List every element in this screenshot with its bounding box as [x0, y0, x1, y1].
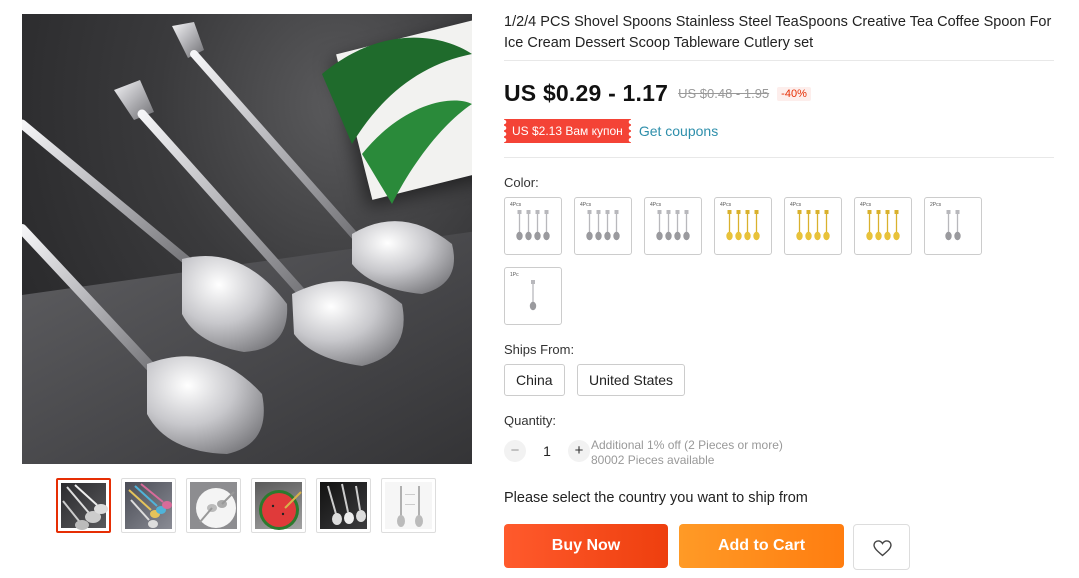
title-divider: [504, 60, 1054, 61]
spoon-set-icon: [945, 210, 961, 241]
spoon-set-icon: [796, 210, 830, 241]
spoon-set-icon: [586, 210, 620, 241]
ship-from-united-states[interactable]: United States: [577, 364, 686, 396]
color-option[interactable]: 4Pcs: [784, 197, 842, 255]
stock-available-text: 80002 Pieces available: [591, 453, 715, 467]
color-option[interactable]: 4Pcs: [714, 197, 772, 255]
price-divider: [504, 157, 1054, 158]
quantity-decrease-button[interactable]: −: [504, 440, 526, 462]
heart-icon: [873, 540, 892, 557]
spoon-set-icon: [866, 210, 900, 241]
color-option[interactable]: 4Pcs: [574, 197, 632, 255]
bulk-discount-text: Additional 1% off (2 Pieces or more): [591, 438, 783, 452]
buy-now-button[interactable]: Buy Now: [504, 524, 668, 568]
discount-badge: -40%: [777, 86, 811, 101]
spoon-set-icon: [516, 210, 550, 241]
original-price: US $0.48 - 1.95: [678, 86, 770, 101]
main-product-image[interactable]: [22, 14, 472, 464]
ships-from-label: Ships From:: [504, 342, 575, 357]
price-row: US $0.29 - 1.17 US $0.48 - 1.95 -40%: [504, 80, 811, 107]
color-option[interactable]: 2Pcs: [924, 197, 982, 255]
color-option[interactable]: 1Pc: [504, 267, 562, 325]
thumb-dark-spoons[interactable]: [316, 478, 371, 533]
ship-country-message: Please select the country you want to sh…: [504, 490, 808, 506]
spoon-set-icon: [726, 210, 760, 241]
quantity-stepper: − 1 +: [504, 440, 590, 462]
coupon-row: US $2.13 Вам купон Get coupons: [501, 119, 718, 143]
wishlist-button[interactable]: [853, 524, 910, 570]
product-title: 1/2/4 PCS Shovel Spoons Stainless Steel …: [504, 14, 1052, 51]
thumb-watermelon[interactable]: [251, 478, 306, 533]
thumb-white-spoons[interactable]: [381, 478, 436, 533]
add-to-cart-button[interactable]: Add to Cart: [679, 524, 844, 568]
quantity-value[interactable]: 1: [526, 443, 568, 459]
coupon-badge[interactable]: US $2.13 Вам купон: [501, 119, 634, 143]
spoon-set-icon: [656, 210, 690, 241]
color-label: Color:: [504, 175, 539, 190]
ship-from-china[interactable]: China: [504, 364, 565, 396]
current-price: US $0.29 - 1.17: [504, 80, 669, 106]
color-option[interactable]: 4Pcs: [854, 197, 912, 255]
color-option[interactable]: 4Pcs: [504, 197, 562, 255]
quantity-info: Additional 1% off (2 Pieces or more) 800…: [591, 438, 783, 468]
thumb-silver-spoons[interactable]: [56, 478, 111, 533]
spoon-set-icon: [529, 280, 537, 311]
color-option[interactable]: 4Pcs: [644, 197, 702, 255]
quantity-label: Quantity:: [504, 413, 557, 428]
thumbnail-strip: [56, 478, 436, 533]
thumb-plate-spoons[interactable]: [186, 478, 241, 533]
spoons-illustration: [22, 22, 472, 454]
thumb-colored-spoons[interactable]: [121, 478, 176, 533]
get-coupons-link[interactable]: Get coupons: [639, 123, 718, 139]
quantity-increase-button[interactable]: +: [568, 440, 590, 462]
